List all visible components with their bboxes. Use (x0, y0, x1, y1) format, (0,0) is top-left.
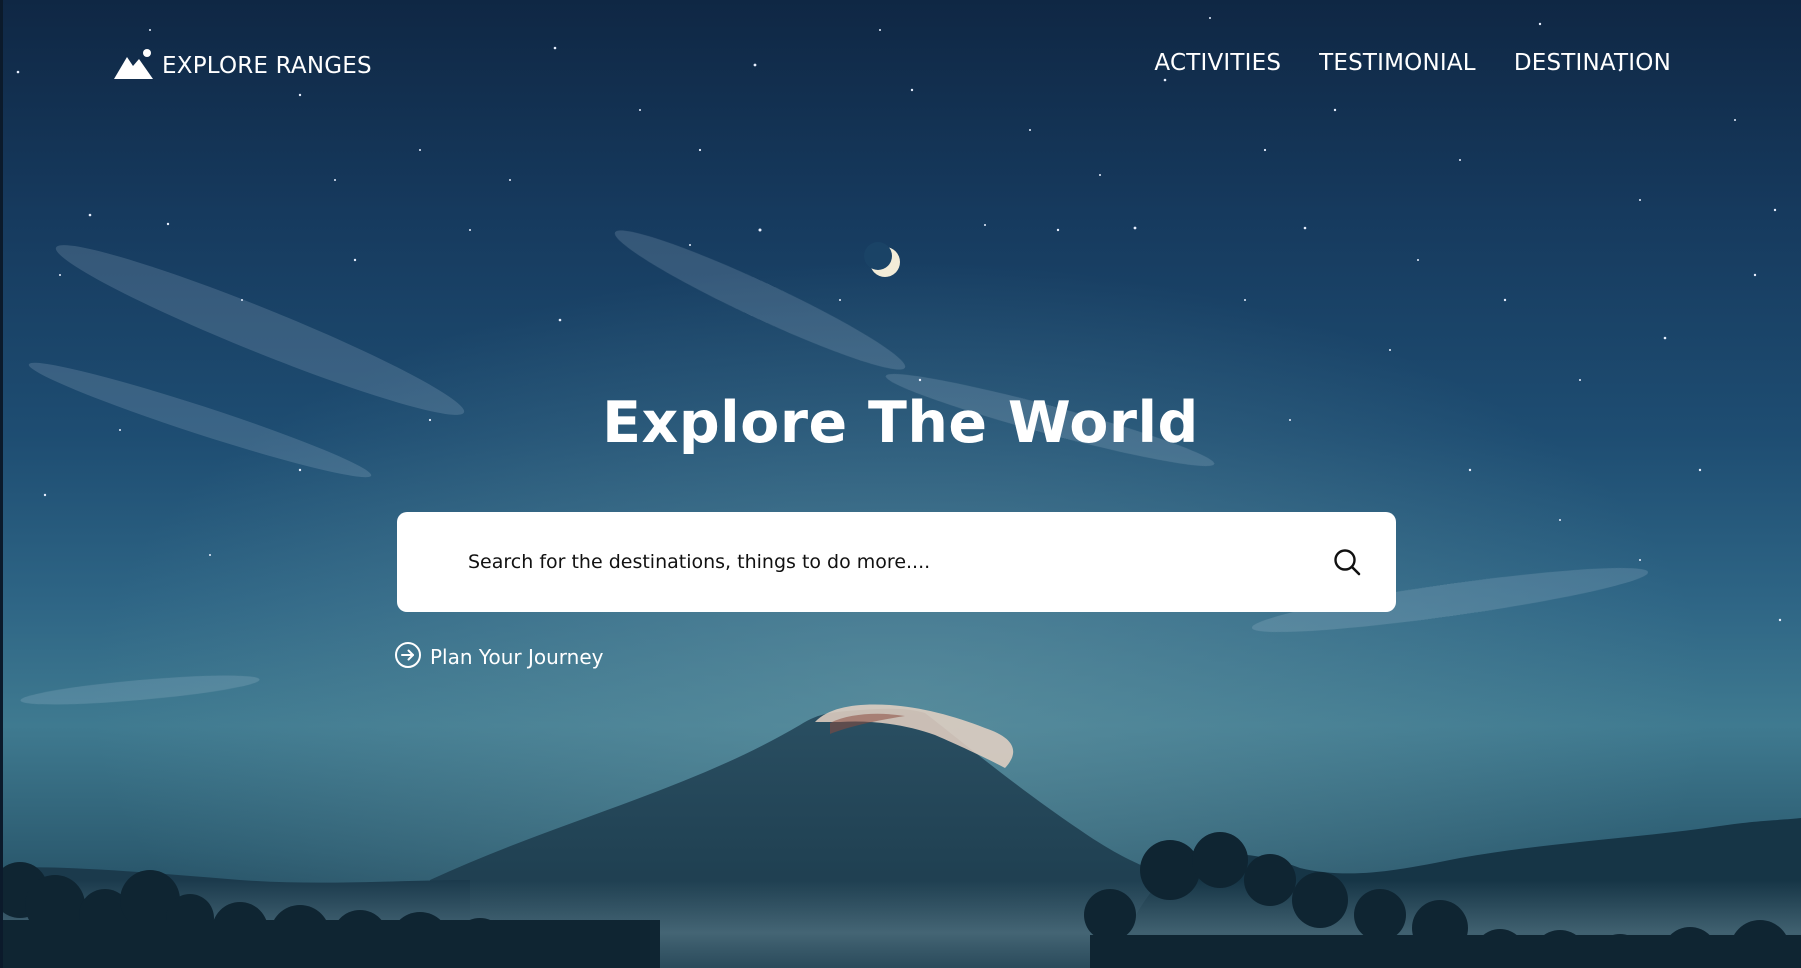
nav-testimonial[interactable]: TESTIMONIAL (1319, 50, 1476, 76)
background-scene (0, 0, 1801, 968)
window-edge (0, 0, 3, 968)
plan-journey-label: Plan Your Journey (430, 645, 604, 669)
mountain-icon (114, 48, 154, 84)
search-bar (397, 512, 1396, 612)
nav-destination[interactable]: DESTINATION (1514, 50, 1671, 76)
plan-journey-link[interactable]: Plan Your Journey (394, 641, 603, 673)
brand-name: EXPLORE RANGES (162, 53, 372, 79)
nav-activities[interactable]: ACTIVITIES (1154, 50, 1281, 76)
search-icon[interactable] (1332, 547, 1362, 577)
hero-title: Explore The World (602, 390, 1199, 456)
brand-logo[interactable]: EXPLORE RANGES (114, 48, 372, 84)
arrow-circle-right-icon (394, 641, 422, 673)
search-input[interactable] (466, 550, 1332, 574)
main-nav: ACTIVITIES TESTIMONIAL DESTINATION (1154, 50, 1671, 76)
hero-section: EXPLORE RANGES ACTIVITIES TESTIMONIAL DE… (0, 0, 1801, 968)
